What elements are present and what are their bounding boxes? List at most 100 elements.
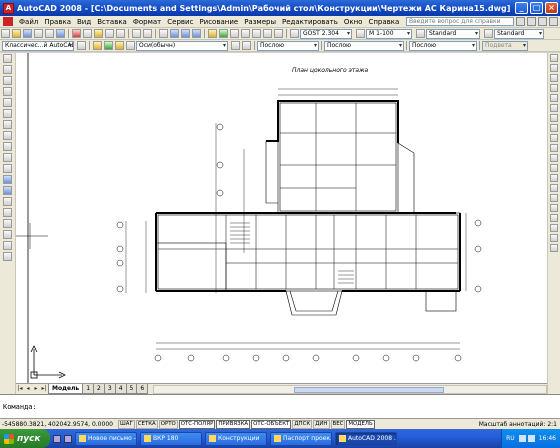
save-icon[interactable] (23, 29, 32, 38)
menu-view[interactable]: Вид (74, 18, 94, 26)
maximize-button[interactable]: □ (530, 2, 543, 14)
status-toggle-button[interactable]: ДПСК (292, 419, 313, 429)
ellipse-arc-icon[interactable] (3, 164, 12, 173)
join-icon[interactable] (550, 174, 558, 182)
language-indicator[interactable]: RU (506, 435, 515, 442)
last-tab-button[interactable]: ▸| (40, 385, 48, 393)
dim-style-select[interactable]: GOST 2.304 (300, 28, 352, 39)
markup-icon[interactable] (252, 29, 261, 38)
mleader-style-icon[interactable] (484, 29, 493, 38)
menu-format[interactable]: Формат (130, 18, 164, 26)
layer-lock-icon[interactable] (126, 41, 135, 50)
polyline-icon[interactable] (3, 76, 12, 85)
offset-icon[interactable] (550, 84, 558, 92)
table-style-select[interactable]: Standard (494, 28, 544, 39)
status-toggle-button[interactable]: ОТС-ОБЪЕКТ (251, 419, 292, 429)
text-style-select[interactable]: Standard (426, 28, 480, 39)
revision-cloud-icon[interactable] (3, 131, 12, 140)
block-editor-icon[interactable] (116, 29, 125, 38)
sheet-set-icon[interactable] (241, 29, 250, 38)
undo-icon[interactable] (132, 29, 141, 38)
taskbar-button[interactable]: Конструкции (205, 431, 267, 446)
binoculars-icon[interactable] (516, 17, 525, 26)
doc-restore-button[interactable] (538, 17, 547, 26)
chamfer-icon[interactable] (550, 184, 558, 192)
status-toggle-button[interactable]: ПРИВЯЗКА (216, 419, 251, 429)
tab-layout-6[interactable]: 6 (136, 384, 149, 394)
status-toggle-button[interactable]: СЕТКА (135, 419, 158, 429)
snap-midpoint-icon[interactable] (550, 224, 558, 232)
arc-icon[interactable] (3, 109, 12, 118)
lineweight-select[interactable]: Послою (409, 40, 477, 51)
prev-tab-button[interactable]: ◂ (24, 385, 32, 393)
plotstyle-select[interactable]: Подвета (482, 40, 528, 51)
line-icon[interactable] (3, 54, 12, 63)
taskbar-button[interactable]: AutoCAD 2008 ... (335, 431, 397, 446)
menu-file[interactable]: Файл (16, 18, 41, 26)
stretch-icon[interactable] (550, 134, 558, 142)
fillet-icon[interactable] (550, 194, 558, 202)
tray-icon[interactable] (527, 435, 535, 442)
linetype-select[interactable]: Послою (324, 40, 404, 51)
command-prompt[interactable]: Команда: (0, 403, 560, 411)
redo-icon[interactable] (143, 29, 152, 38)
document-icon[interactable] (3, 17, 13, 26)
taskbar-button[interactable]: Паспорт проек... (270, 431, 332, 446)
table-icon[interactable] (3, 241, 12, 250)
menu-dimension[interactable]: Размеры (241, 18, 279, 26)
color-select[interactable]: Послою (257, 40, 319, 51)
status-toggle-button[interactable]: ВЕС (330, 419, 346, 429)
zoom-window-icon[interactable] (181, 29, 190, 38)
publish-icon[interactable] (56, 29, 65, 38)
horizontal-scrollbar[interactable] (153, 384, 547, 394)
doc-minimize-button[interactable] (527, 17, 536, 26)
dim-style-icon[interactable] (356, 29, 365, 38)
tab-model[interactable]: Модель (48, 384, 84, 394)
taskbar-button[interactable]: ВКР 180 (140, 431, 202, 446)
menu-insert[interactable]: Вставка (94, 18, 130, 26)
construction-line-icon[interactable] (3, 65, 12, 74)
region-icon[interactable] (3, 230, 12, 239)
erase-icon[interactable] (550, 54, 558, 62)
match-properties-icon[interactable] (105, 29, 114, 38)
layer-manager-icon[interactable] (93, 41, 102, 50)
scale-select[interactable]: М 1-100 (366, 28, 412, 39)
command-window[interactable]: Команда: (0, 394, 560, 418)
help-icon[interactable] (274, 29, 283, 38)
extend-icon[interactable] (550, 154, 558, 162)
trim-icon[interactable] (550, 144, 558, 152)
make-layer-current-icon[interactable] (231, 41, 240, 50)
workspace-select[interactable]: Классичес...й AutoCAD (2, 40, 74, 51)
layer-previous-icon[interactable] (242, 41, 251, 50)
hatch-icon[interactable] (3, 208, 12, 217)
tool-palettes-icon[interactable] (230, 29, 239, 38)
menu-modify[interactable]: Редактировать (279, 18, 341, 26)
explode-icon[interactable] (550, 204, 558, 212)
snap-endpoint-icon[interactable] (550, 214, 558, 222)
mirror-icon[interactable] (550, 74, 558, 82)
properties-icon[interactable] (208, 29, 217, 38)
make-block-icon[interactable] (3, 186, 12, 195)
status-toggle-button[interactable]: МОДЕЛЬ (346, 419, 375, 429)
help-search-input[interactable]: Введите вопрос для справки (406, 17, 514, 26)
design-center-icon[interactable] (219, 29, 228, 38)
spline-icon[interactable] (3, 142, 12, 151)
annotation-scale[interactable]: Масштаб аннотаций: 2:1 (479, 421, 560, 428)
coordinates-readout[interactable]: -545880.3821, 402042.9574, 0.0000 (0, 421, 118, 428)
scroll-thumb[interactable] (294, 386, 445, 393)
status-toggle-button[interactable]: ДИН (313, 419, 330, 429)
pan-icon[interactable] (159, 29, 168, 38)
text-style-icon[interactable] (290, 29, 299, 38)
polygon-icon[interactable] (3, 87, 12, 96)
multiline-text-icon[interactable] (3, 252, 12, 261)
taskbar-button[interactable]: Новое письмо -... (75, 431, 137, 446)
tray-icon[interactable] (518, 435, 526, 442)
zoom-previous-icon[interactable] (192, 29, 201, 38)
break-icon[interactable] (550, 164, 558, 172)
quickcalc-icon[interactable] (263, 29, 272, 38)
snap-center-icon[interactable] (550, 244, 558, 252)
copy-object-icon[interactable] (550, 64, 558, 72)
snap-intersection-icon[interactable] (550, 234, 558, 242)
rotate-icon[interactable] (550, 114, 558, 122)
layer-select[interactable]: Оси(обычн) (136, 40, 228, 51)
